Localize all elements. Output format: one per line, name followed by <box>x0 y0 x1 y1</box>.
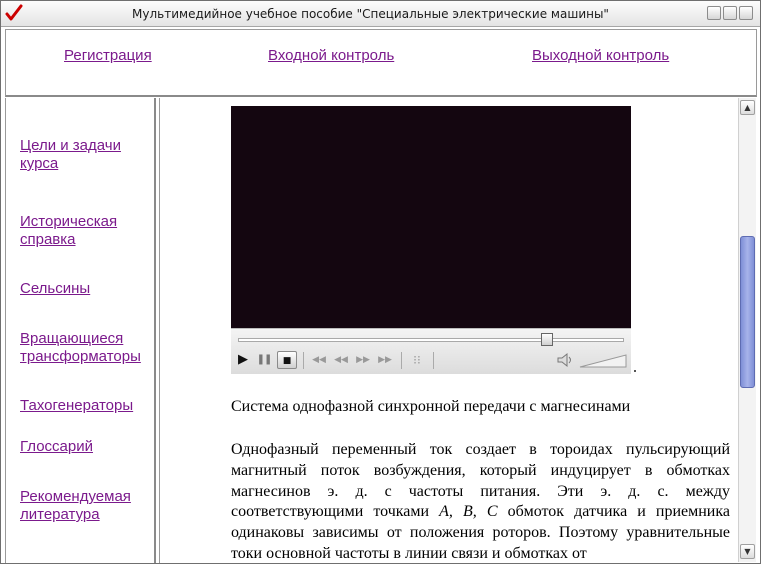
entry-test-link[interactable]: Входной контроль <box>268 47 394 64</box>
sidebar-item-literature[interactable]: Рекомендуемая литература <box>20 488 154 524</box>
playlist-icon[interactable]: ⁝⁝ <box>409 351 425 369</box>
sidebar-item-tachogenerators[interactable]: Тахогенераторы <box>20 397 154 415</box>
checkmark-icon <box>5 4 23 21</box>
volume-slider[interactable] <box>579 354 627 368</box>
pause-icon[interactable]: ❚❚ <box>256 351 273 369</box>
scroll-up-icon[interactable]: ▲ <box>740 100 755 115</box>
sidebar-item-history[interactable]: Историческая справка <box>20 213 154 249</box>
control-separator <box>303 352 304 369</box>
exit-test-link[interactable]: Выходной контроль <box>532 47 669 64</box>
sidebar-item-rotating-transformers[interactable]: Вращающиеся трансформаторы <box>20 330 154 366</box>
sidebar-item-goals[interactable]: Цели и задачи курса <box>20 137 154 173</box>
fast-forward-icon[interactable]: ▶▶ <box>355 351 371 369</box>
app-window: Мультимедийное учебное пособие "Специаль… <box>0 0 761 564</box>
sidebar-item-glossary[interactable]: Глоссарий <box>20 438 154 456</box>
maximize-button[interactable] <box>723 6 737 20</box>
rewind-icon[interactable]: ◀◀ <box>333 351 349 369</box>
minimize-button[interactable] <box>707 6 721 20</box>
window-title: Мультимедийное учебное пособие "Специаль… <box>132 7 609 21</box>
next-track-icon[interactable]: ▶▶ <box>377 351 393 369</box>
seek-bar-thumb[interactable] <box>540 333 553 346</box>
close-button[interactable] <box>739 6 753 20</box>
stop-icon[interactable]: ■ <box>277 351 297 369</box>
media-player-controls: ▶ ❚❚ ■ ◀◀ ◀◀ ▶▶ ▶▶ ⁝⁝ <box>231 328 631 374</box>
top-navigation-frame: Регистрация Входной контроль Выходной ко… <box>5 29 757 97</box>
title-bar[interactable]: Мультимедийное учебное пособие "Специаль… <box>1 1 760 27</box>
video-screen[interactable] <box>231 106 631 328</box>
body-paragraph: Однофазный переменный ток создает в торо… <box>231 440 730 563</box>
paragraph-text-italic: A, B, C <box>439 503 498 521</box>
control-separator <box>433 352 434 369</box>
previous-track-icon[interactable]: ◀◀ <box>311 351 327 369</box>
speaker-icon[interactable] <box>555 351 575 369</box>
play-icon[interactable]: ▶ <box>235 351 251 369</box>
figure-caption: Система однофазной синхронной передачи с… <box>231 398 631 415</box>
vertical-scrollbar[interactable]: ▲ ▼ <box>738 98 756 562</box>
scroll-down-icon[interactable]: ▼ <box>740 544 755 559</box>
control-separator <box>401 352 402 369</box>
content-frame: ▶ ❚❚ ■ ◀◀ ◀◀ ▶▶ ▶▶ ⁝⁝ Система однофазной… <box>159 98 757 563</box>
registration-link[interactable]: Регистрация <box>64 47 152 64</box>
decorative-dot <box>634 370 636 372</box>
seek-bar[interactable] <box>238 338 624 342</box>
sidebar-item-selsyns[interactable]: Сельсины <box>20 280 154 298</box>
scrollbar-thumb[interactable] <box>740 236 755 388</box>
sidebar-frame: Цели и задачи курса Историческая справка… <box>5 98 156 563</box>
